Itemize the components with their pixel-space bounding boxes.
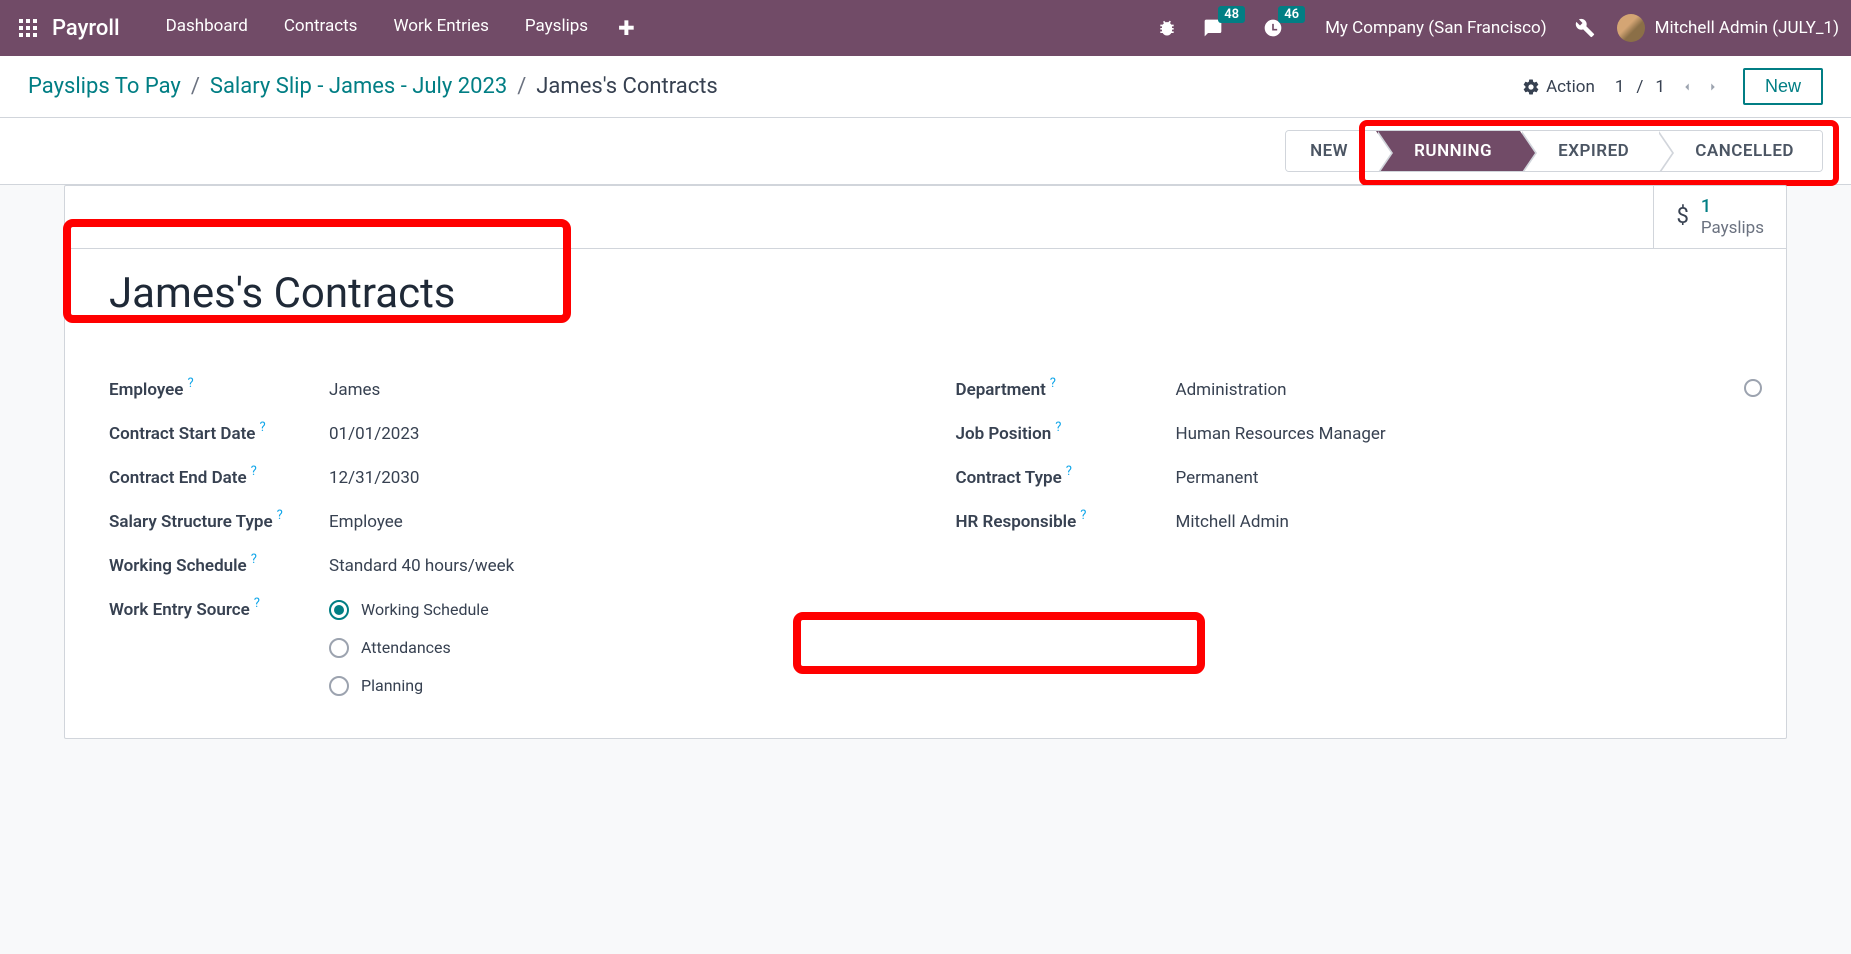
form-sheet: $ 1 Payslips James's Contracts Employee?… [64, 185, 1787, 739]
dollar-icon: $ [1676, 204, 1688, 229]
pager-to: 1 [1655, 77, 1665, 97]
nav-payslips[interactable]: Payslips [507, 8, 606, 48]
avatar [1617, 14, 1645, 42]
radio-icon [329, 676, 349, 696]
help-icon[interactable]: ? [277, 508, 283, 523]
label-end-date: Contract End Date? [109, 468, 329, 488]
label-schedule: Working Schedule? [109, 556, 329, 576]
radio-label: Attendances [361, 638, 451, 657]
pager-prev-icon[interactable] [1677, 77, 1697, 97]
label-structure: Salary Structure Type? [109, 512, 329, 532]
value-start-date[interactable]: 01/01/2023 [329, 424, 896, 444]
crumb-current: James's Contracts [536, 74, 718, 99]
nav-links: Dashboard Contracts Work Entries Payslip… [148, 8, 647, 48]
nav-plus-icon[interactable]: ✚ [606, 8, 647, 48]
messages-icon[interactable]: 48 [1199, 14, 1227, 42]
label-hr-responsible: HR Responsible? [956, 512, 1176, 532]
value-schedule[interactable]: Standard 40 hours/week [329, 556, 896, 576]
stat-count: 1 [1701, 196, 1764, 218]
apps-icon[interactable] [12, 12, 44, 44]
value-employee[interactable]: James [329, 380, 896, 400]
help-icon[interactable]: ? [259, 420, 265, 435]
crumb-salary-slip[interactable]: Salary Slip - James - July 2023 [210, 74, 507, 99]
label-start-date: Contract Start Date? [109, 424, 329, 444]
tools-icon[interactable] [1571, 14, 1599, 42]
status-cancelled[interactable]: CANCELLED [1657, 131, 1822, 171]
value-contract-type[interactable]: Permanent [1176, 468, 1743, 488]
company-selector[interactable]: My Company (San Francisco) [1319, 18, 1553, 38]
statusbar-row: NEW RUNNING EXPIRED CANCELLED [0, 118, 1851, 185]
pager-sep: / [1636, 77, 1643, 97]
control-panel-right: Action 1 / 1 New [1522, 68, 1823, 105]
crumb-payslips[interactable]: Payslips To Pay [28, 74, 181, 99]
value-department[interactable]: Administration [1176, 380, 1743, 400]
help-icon[interactable]: ? [1050, 376, 1056, 391]
crumb-sep: / [517, 74, 526, 99]
label-contract-type: Contract Type? [956, 468, 1176, 488]
nav-right: 48 46 My Company (San Francisco) Mitchel… [1153, 14, 1839, 42]
crumb-sep: / [191, 74, 200, 99]
help-icon[interactable]: ? [187, 376, 193, 391]
statusbar: NEW RUNNING EXPIRED CANCELLED [1285, 130, 1823, 172]
pager-from: 1 [1615, 77, 1625, 97]
help-icon[interactable]: ? [1055, 420, 1061, 435]
pager: 1 / 1 [1615, 77, 1723, 97]
value-structure[interactable]: Employee [329, 512, 896, 532]
action-label: Action [1546, 77, 1595, 97]
value-job[interactable]: Human Resources Manager [1176, 424, 1743, 444]
highlight-hr-responsible [793, 612, 1205, 674]
help-icon[interactable]: ? [254, 596, 260, 611]
help-icon[interactable]: ? [1066, 464, 1072, 479]
activities-badge: 46 [1278, 6, 1305, 23]
label-source: Work Entry Source? [109, 600, 329, 620]
status-new[interactable]: NEW [1286, 131, 1376, 171]
nav-contracts[interactable]: Contracts [266, 8, 376, 48]
user-menu[interactable]: Mitchell Admin (JULY_1) [1617, 14, 1839, 42]
radio-label: Working Schedule [361, 600, 489, 619]
username: Mitchell Admin (JULY_1) [1655, 18, 1839, 38]
help-icon[interactable]: ? [251, 552, 257, 567]
label-department: Department? [956, 380, 1176, 400]
activities-icon[interactable]: 46 [1259, 14, 1287, 42]
radio-icon [329, 600, 349, 620]
control-panel: Payslips To Pay / Salary Slip - James - … [0, 56, 1851, 118]
help-icon[interactable]: ? [251, 464, 257, 479]
status-running[interactable]: RUNNING [1376, 131, 1520, 171]
highlight-title [63, 219, 571, 323]
navbar: Payroll Dashboard Contracts Work Entries… [0, 0, 1851, 56]
stat-label: Payslips [1701, 218, 1764, 238]
nav-dashboard[interactable]: Dashboard [148, 8, 266, 48]
value-hr-responsible[interactable]: Mitchell Admin [1176, 512, 1743, 532]
stat-payslips[interactable]: $ 1 Payslips [1653, 186, 1786, 248]
radio-label: Planning [361, 676, 423, 695]
radio-icon [329, 638, 349, 658]
action-menu[interactable]: Action [1522, 77, 1595, 97]
brand[interactable]: Payroll [52, 16, 120, 41]
label-employee: Employee? [109, 380, 329, 400]
pager-next-icon[interactable] [1703, 77, 1723, 97]
breadcrumb: Payslips To Pay / Salary Slip - James - … [28, 74, 718, 99]
value-end-date[interactable]: 12/31/2030 [329, 468, 896, 488]
help-icon[interactable]: ? [1080, 508, 1086, 523]
label-job: Job Position? [956, 424, 1176, 444]
debug-icon[interactable] [1153, 14, 1181, 42]
kanban-state[interactable] [1744, 379, 1762, 397]
status-expired[interactable]: EXPIRED [1520, 131, 1657, 171]
messages-badge: 48 [1218, 6, 1245, 23]
radio-planning[interactable]: Planning [329, 676, 896, 696]
new-button[interactable]: New [1743, 68, 1823, 105]
nav-work-entries[interactable]: Work Entries [375, 8, 506, 48]
